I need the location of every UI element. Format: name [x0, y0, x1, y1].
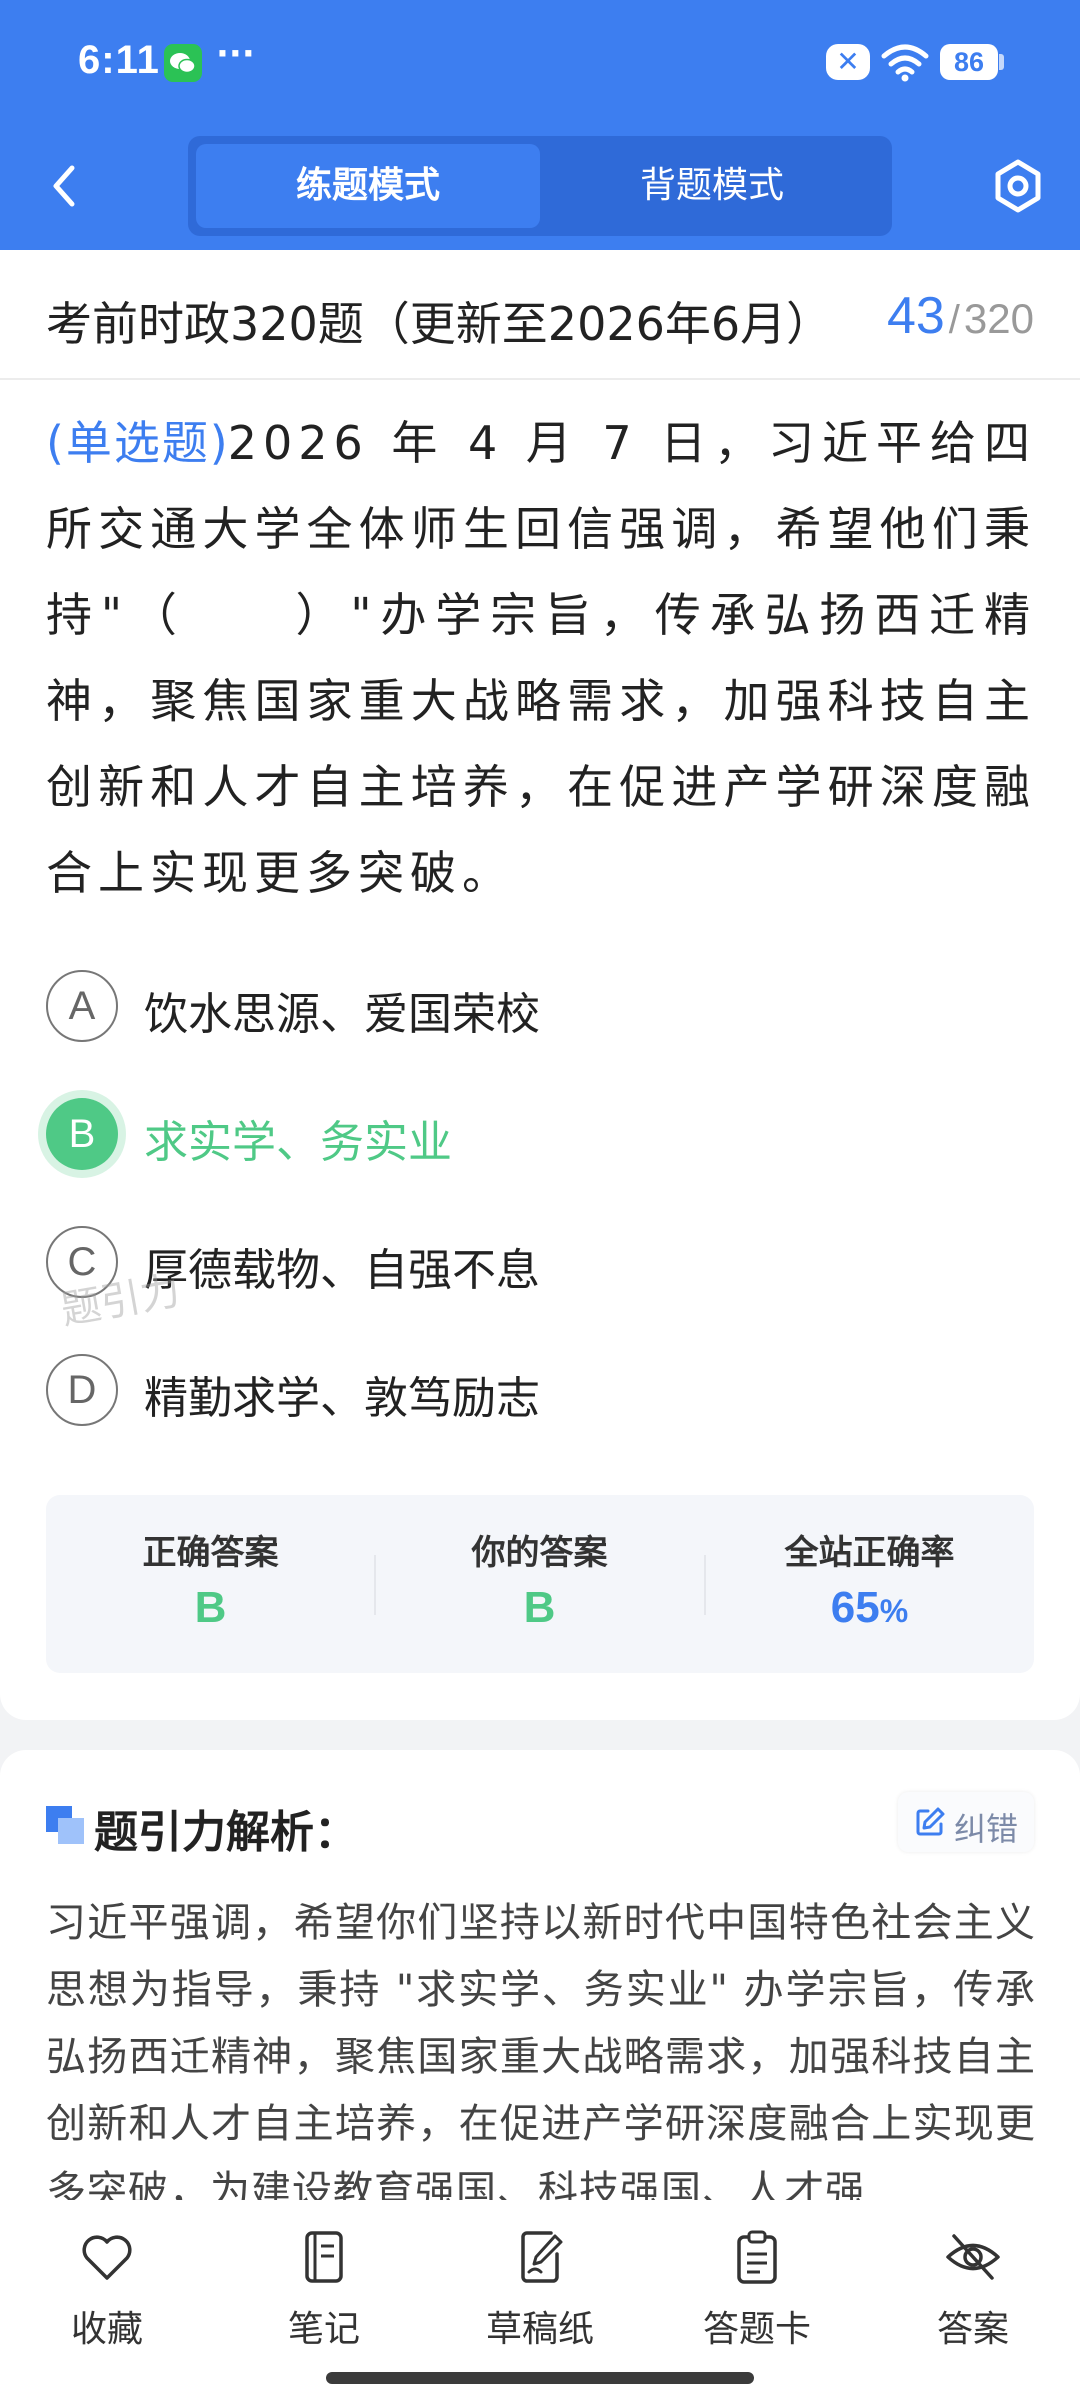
total-question-count: 320 — [963, 295, 1034, 342]
report-error-label: 纠错 — [954, 1810, 1019, 1848]
more-notifications-icon: ··· — [216, 34, 255, 74]
battery-tip-icon — [999, 54, 1004, 70]
draft-paper-label: 草稿纸 — [485, 2309, 594, 2350]
current-question-number: 43 — [886, 287, 945, 345]
option-letter: A — [46, 970, 118, 1042]
accuracy-rate-label: 全站正确率 — [784, 1533, 955, 1573]
option-letter: B — [46, 1098, 118, 1170]
correct-answer-label: 正确答案 — [142, 1533, 279, 1573]
option-b[interactable]: B 求实学、务实业 — [46, 1094, 1026, 1174]
draft-pen-icon — [511, 2228, 569, 2286]
no-sim-icon: ✕ — [826, 44, 870, 80]
tab-recite-mode[interactable]: 背题模式 — [540, 144, 884, 228]
notes-button[interactable]: 笔记 — [249, 2228, 399, 2350]
clipboard-icon — [728, 2228, 786, 2286]
eye-off-icon — [944, 2228, 1002, 2286]
question-text: 2026 年 4 月 7 日，习近平给四所交通大学全体师生回信强调，希望他们秉持… — [46, 416, 1036, 900]
accuracy-rate-unit: % — [879, 1593, 909, 1629]
your-answer-label: 你的答案 — [471, 1533, 608, 1573]
question-counter[interactable]: 43/320 — [887, 286, 1034, 346]
option-text: 精勤求学、敦笃励志 — [144, 1373, 540, 1424]
counter-separator: / — [948, 298, 960, 342]
favorite-label: 收藏 — [70, 2309, 143, 2350]
favorite-button[interactable]: 收藏 — [32, 2228, 182, 2350]
report-error-button[interactable]: 纠错 — [898, 1792, 1034, 1852]
status-bar: 6:11 ··· ✕ 86 — [0, 0, 1080, 120]
show-answer-label: 答案 — [936, 2309, 1009, 2350]
option-text: 厚德载物、自强不息 — [144, 1245, 540, 1296]
your-answer-value: B — [523, 1583, 556, 1632]
correct-answer-value: B — [194, 1583, 227, 1632]
battery-level: 86 — [940, 44, 998, 80]
paper-title: 考前时政320题（更新至2026年6月） — [46, 297, 833, 351]
option-c[interactable]: C 厚德载物、自强不息 — [46, 1222, 1026, 1302]
analysis-title: 题引力解析： — [94, 1807, 358, 1858]
bottom-toolbar: 收藏 笔记 草稿纸 答题卡 答案 — [0, 2200, 1080, 2400]
accuracy-rate-number: 65 — [830, 1583, 880, 1632]
notes-label: 笔记 — [287, 2309, 360, 2350]
tab-practice-mode[interactable]: 练题模式 — [196, 144, 540, 228]
answer-summary: 正确答案 B 你的答案 B 全站正确率 65% — [46, 1495, 1034, 1673]
show-answer-button[interactable]: 答案 — [898, 2228, 1048, 2350]
paper-title-row: 考前时政320题（更新至2026年6月） 43/320 — [0, 250, 1080, 380]
edit-icon — [914, 1806, 946, 1838]
option-a[interactable]: A 饮水思源、爱国荣校 — [46, 966, 1026, 1046]
notebook-icon — [295, 2228, 353, 2286]
draft-paper-button[interactable]: 草稿纸 — [465, 2228, 615, 2350]
home-indicator[interactable] — [326, 2372, 754, 2384]
app-header: 6:11 ··· ✕ 86 练题模式 背题模式 — [0, 0, 1080, 250]
wifi-icon — [880, 42, 930, 82]
accuracy-rate-value: 65% — [705, 1583, 1034, 1633]
analysis-text: 习近平强调，希望你们坚持以新时代中国特色社会主义思想为指导，秉持 "求实学、务实… — [46, 1900, 1036, 2210]
your-answer-col: 你的答案 B — [375, 1495, 704, 1673]
option-text: 饮水思源、爱国荣校 — [144, 989, 540, 1040]
accuracy-rate-col: 全站正确率 65% — [705, 1495, 1034, 1673]
back-arrow-icon[interactable] — [40, 156, 90, 216]
heart-icon — [78, 2228, 136, 2286]
answer-card-label: 答题卡 — [702, 2309, 811, 2350]
settings-gear-icon[interactable] — [990, 156, 1046, 216]
mode-toggle: 练题模式 背题模式 — [188, 136, 892, 236]
correct-answer-col: 正确答案 B — [46, 1495, 375, 1673]
question-stem: (单选题)2026 年 4 月 7 日，习近平给四所交通大学全体师生回信强调，希… — [46, 400, 1036, 916]
option-letter: D — [46, 1354, 118, 1426]
answer-card-button[interactable]: 答题卡 — [682, 2228, 832, 2350]
question-type-label: (单选题) — [46, 416, 228, 470]
analysis-card: 题引力解析： 纠错 习近平强调，希望你们坚持以新时代中国特色社会主义思想为指导，… — [0, 1750, 1080, 2210]
wechat-notification-icon — [164, 44, 202, 82]
status-time: 6:11 — [78, 38, 160, 82]
analysis-squares-icon — [46, 1806, 84, 1844]
option-d[interactable]: D 精勤求学、敦笃励志 — [46, 1350, 1026, 1430]
nav-bar: 练题模式 背题模式 — [0, 120, 1080, 250]
option-text: 求实学、务实业 — [144, 1117, 452, 1168]
